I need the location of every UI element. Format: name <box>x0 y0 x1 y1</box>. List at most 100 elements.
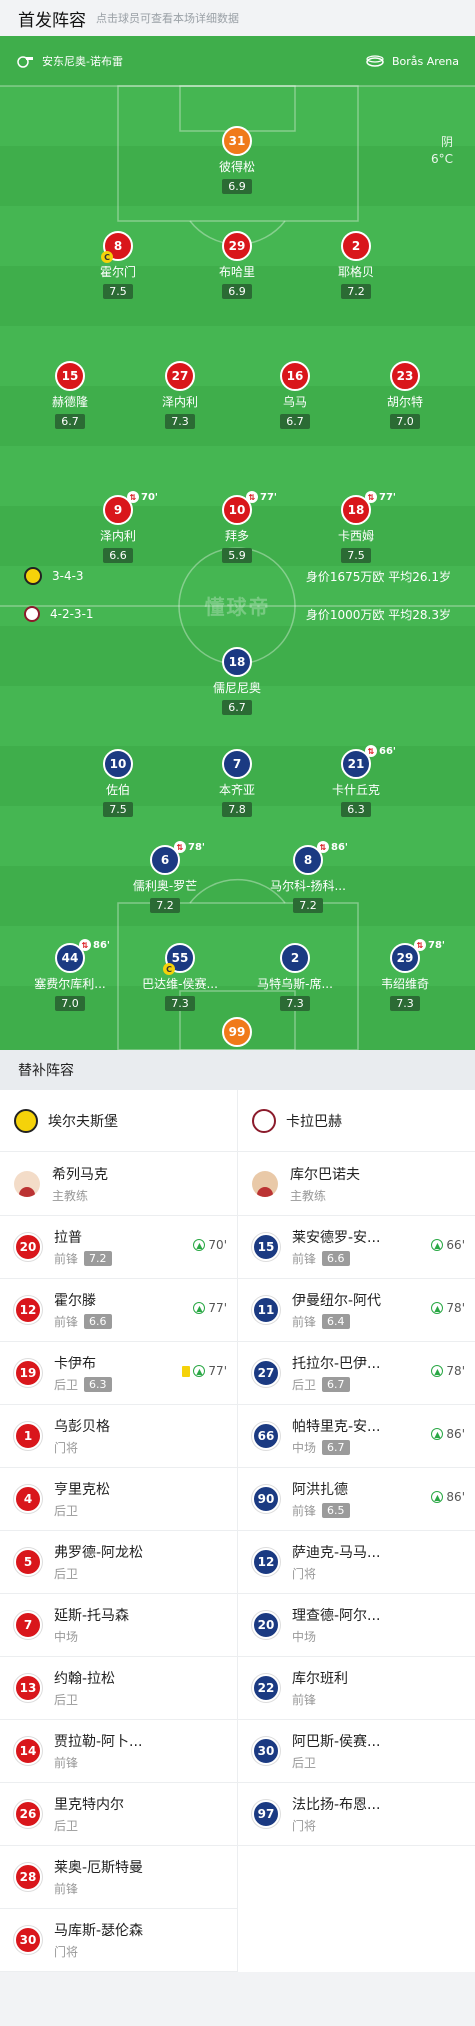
sub-player-row[interactable]: 4 亨里克松 后卫 <box>0 1468 237 1531</box>
away-player[interactable]: 29 ⇅ 78' 韦绍维奇 7.3 <box>350 939 460 1011</box>
sub-player-name: 乌彭贝格 <box>54 1419 110 1435</box>
home-player[interactable]: 31 彼得松 6.9 <box>182 126 292 194</box>
away-player[interactable]: 2 马特乌斯-席... 7.3 <box>240 943 350 1011</box>
away-player[interactable]: 99科查尔斯基6.8 <box>182 1017 292 1050</box>
sub-player-row[interactable]: 11 伊曼纽尔-阿代 前锋 6.4 ▲ 78' <box>238 1279 475 1342</box>
subs-left-team-name: 埃尔夫斯堡 <box>48 1113 118 1130</box>
player-rating: 7.3 <box>390 996 420 1011</box>
sub-in-arrow-icon: ▲ <box>193 1239 206 1251</box>
sub-player-rating: 6.7 <box>322 1440 350 1455</box>
sub-in-indicator: ▲ 78' <box>431 1301 465 1315</box>
sub-player-number: 4 <box>14 1485 42 1513</box>
away-player[interactable]: 55 C 巴达维-侯赛... 7.3 <box>125 943 235 1011</box>
substitution-badge: ⇅ 77' <box>365 491 396 503</box>
sub-player-rating: 6.4 <box>322 1314 350 1329</box>
player-number: 21 <box>347 757 365 771</box>
sub-player-row[interactable]: 12 霍尔滕 前锋 6.6 ▲ 77' <box>0 1279 237 1342</box>
sub-player-number: 1 <box>14 1422 42 1450</box>
elfsborg-logo-icon <box>14 1108 38 1133</box>
player-number-badge: 18 <box>222 647 252 677</box>
subs-right-team-header[interactable]: 卡拉巴赫 <box>238 1090 475 1152</box>
sub-player-row[interactable]: 30 阿巴斯-侯赛... 后卫 <box>238 1720 475 1783</box>
home-player[interactable]: 29 布哈里 6.9 <box>182 231 292 299</box>
sub-player-row[interactable]: 22 库尔班利 前锋 <box>238 1657 475 1720</box>
away-player[interactable]: 6 ⇅ 78' 儒利奥-罗芒 7.2 <box>110 841 220 913</box>
player-rating: 6.7 <box>280 414 310 429</box>
home-player[interactable]: 23 胡尔特 7.0 <box>350 361 460 429</box>
sub-player-row[interactable]: 28 莱奥-厄斯特曼 前锋 <box>0 1846 237 1909</box>
subs-left-team-header[interactable]: 埃尔夫斯堡 <box>0 1090 237 1152</box>
away-formation: 4-2-3-1 <box>50 607 94 621</box>
sub-in-minute: 78' <box>446 1364 465 1378</box>
away-player[interactable]: 8 ⇅ 86' 马尔科-扬科... 7.2 <box>253 841 363 913</box>
sub-player-row[interactable]: 12 萨迪克-马马... 门将 <box>238 1531 475 1594</box>
substitution-badge: ⇅ 86' <box>79 939 110 951</box>
sub-player-rating: 6.6 <box>84 1314 112 1329</box>
home-player[interactable]: 27 泽内利 7.3 <box>125 361 235 429</box>
subs-right-coach[interactable]: 库尔巴诺夫 主教练 <box>238 1152 475 1216</box>
sub-player-row[interactable]: 66 帕特里克-安... 中场 6.7 ▲ 86' <box>238 1405 475 1468</box>
player-number-badge: 18 ⇅ 77' <box>341 491 396 525</box>
player-number: 2 <box>290 951 300 965</box>
away-player[interactable]: 21 ⇅ 66' 卡什丘克 6.3 <box>301 745 411 817</box>
player-name: 科查尔斯基 <box>182 1049 292 1050</box>
sub-in-minute: 77' <box>208 1301 227 1315</box>
sub-player-row[interactable]: 90 阿洪扎德 前锋 6.5 ▲ 86' <box>238 1468 475 1531</box>
home-formation: 3-4-3 <box>52 569 84 583</box>
sub-player-row[interactable]: 1 乌彭贝格 门将 <box>0 1405 237 1468</box>
player-number-badge: 23 <box>390 361 420 391</box>
sub-player-row[interactable]: 14 贾拉勒-阿卜... 前锋 <box>0 1720 237 1783</box>
home-player[interactable]: 18 ⇅ 77' 卡西姆 7.5 <box>301 491 411 563</box>
home-player[interactable]: 16 乌马 6.7 <box>240 361 350 429</box>
sub-player-position: 后卫 <box>292 1756 317 1770</box>
substitution-badge: ⇅ 86' <box>317 841 348 853</box>
captain-icon: C <box>101 251 113 263</box>
sub-player-name: 萨迪克-马马... <box>292 1545 381 1561</box>
away-player[interactable]: 10 佐伯 7.5 <box>63 749 173 817</box>
away-player[interactable]: 7 本齐亚 7.8 <box>182 749 292 817</box>
sub-player-row[interactable]: 7 延斯-托马森 中场 <box>0 1594 237 1657</box>
player-name: 拜多 <box>224 529 249 543</box>
player-number: 9 <box>113 503 123 517</box>
home-player[interactable]: 8 C 霍尔门 7.5 <box>63 231 173 299</box>
sub-out-icon: ⇅ <box>365 745 377 757</box>
sub-player-position: 门将 <box>292 1567 317 1581</box>
away-player[interactable]: 44 ⇅ 86' 塞费尔库利... 7.0 <box>15 939 125 1011</box>
sub-player-row[interactable]: 20 理查德-阿尔... 中场 <box>238 1594 475 1657</box>
player-rating: 6.6 <box>103 548 133 563</box>
sub-player-number: 7 <box>14 1611 42 1639</box>
sub-player-row[interactable]: 97 法比扬-布恩... 门将 <box>238 1783 475 1846</box>
player-number-badge: 10 ⇅ 77' <box>222 491 277 525</box>
home-player[interactable]: 9 ⇅ 70' 泽内利 6.6 <box>63 491 173 563</box>
sub-in-minute: 77' <box>208 1364 227 1378</box>
player-name: 卡什丘克 <box>331 783 380 797</box>
pitch: 安东尼奥-诺布雷 Borås Arena 阴 6°C 懂球帝 3-4-3 身价1… <box>0 36 475 1050</box>
weather-text: 阴 <box>440 135 453 149</box>
home-player[interactable]: 2 耶格贝 7.2 <box>301 231 411 299</box>
header-title: 首发阵容 <box>18 10 86 31</box>
player-name: 泽内利 <box>99 529 136 543</box>
sub-player-row[interactable]: 5 弗罗德-阿龙松 后卫 <box>0 1531 237 1594</box>
sub-player-row[interactable]: 30 马库斯-瑟伦森 门将 <box>0 1909 237 1972</box>
sub-player-row[interactable]: 27 托拉尔-巴伊... 后卫 6.7 ▲ 78' <box>238 1342 475 1405</box>
sub-in-minute: 70' <box>208 1238 227 1252</box>
substitution-badge: ⇅ 77' <box>246 491 277 503</box>
sub-player-number: 12 <box>252 1548 280 1576</box>
temperature-text: 6°C <box>430 152 453 166</box>
subs-left-coach[interactable]: 希列马克 主教练 <box>0 1152 237 1216</box>
sub-in-arrow-icon: ▲ <box>431 1365 444 1377</box>
home-player[interactable]: 10 ⇅ 77' 拜多 5.9 <box>182 491 292 563</box>
sub-player-row[interactable]: 26 里克特内尔 后卫 <box>0 1783 237 1846</box>
sub-player-number: 27 <box>252 1359 280 1387</box>
sub-player-row[interactable]: 19 卡伊布 后卫 6.3 ▲ 77' <box>0 1342 237 1405</box>
player-number-badge: 29 <box>222 231 252 261</box>
sub-player-position: 后卫 <box>54 1693 79 1707</box>
away-player[interactable]: 18 儒尼尼奥 6.7 <box>182 647 292 715</box>
sub-out-icon: ⇅ <box>127 491 139 503</box>
home-player[interactable]: 15 赫德隆 6.7 <box>15 361 125 429</box>
sub-minute: 66' <box>379 745 396 757</box>
sub-player-row[interactable]: 15 莱安德罗-安... 前锋 6.6 ▲ 66' <box>238 1216 475 1279</box>
sub-player-row[interactable]: 13 约翰-拉松 后卫 <box>0 1657 237 1720</box>
sub-player-row[interactable]: 20 拉普 前锋 7.2 ▲ 70' <box>0 1216 237 1279</box>
sub-player-name: 帕特里克-安... <box>292 1419 381 1435</box>
